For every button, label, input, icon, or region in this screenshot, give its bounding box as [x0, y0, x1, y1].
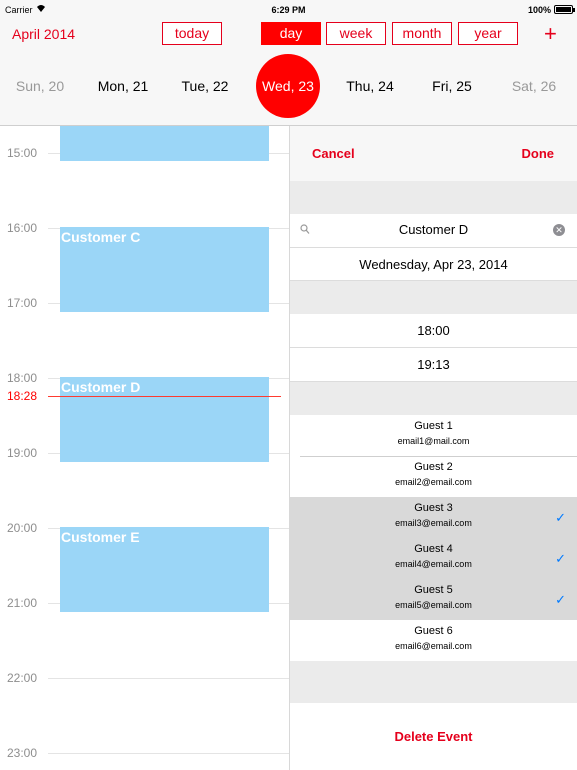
- day-wed-23[interactable]: Wed, 23: [248, 78, 328, 94]
- month-title[interactable]: April 2014: [12, 26, 75, 42]
- battery-tip-icon: [573, 8, 575, 12]
- event-date-row[interactable]: Wednesday, Apr 23, 2014: [290, 248, 577, 281]
- event-edit-panel: Cancel Done Customer D ✕ Wednesday, Apr …: [289, 126, 577, 770]
- guest-row[interactable]: Guest 5 email5@email.com ✓: [290, 579, 577, 620]
- done-button[interactable]: Done: [522, 146, 555, 161]
- guest-email: email2@email.com: [395, 477, 472, 487]
- guest-row[interactable]: Guest 3 email3@email.com ✓: [290, 497, 577, 538]
- current-time-label: 18:28: [7, 389, 38, 403]
- guest-row[interactable]: Guest 6 email6@email.com: [290, 620, 577, 661]
- status-bar: Carrier 6:29 PM 100%: [0, 0, 577, 20]
- guest-name: Guest 3: [414, 502, 453, 514]
- event-customer-e[interactable]: Customer E: [60, 527, 269, 612]
- guest-email: email4@email.com: [395, 559, 472, 569]
- edit-panel-header: Cancel Done: [290, 126, 577, 181]
- day-tue-22[interactable]: Tue, 22: [165, 78, 245, 94]
- guest-name: Guest 1: [414, 420, 453, 432]
- hour-label: 22:00: [7, 671, 38, 685]
- section-gap: [290, 281, 577, 314]
- checkmark-icon: ✓: [555, 510, 566, 525]
- hour-label: 15:00: [7, 146, 38, 160]
- guest-email: email5@email.com: [395, 600, 472, 610]
- guest-name: Guest 6: [414, 625, 453, 637]
- guest-email: email1@mail.com: [397, 436, 470, 446]
- hour-line: [48, 678, 289, 679]
- today-button[interactable]: today: [162, 22, 222, 45]
- delete-event-row[interactable]: Delete Event: [290, 703, 577, 770]
- guest-row[interactable]: Guest 4 email4@email.com ✓: [290, 538, 577, 579]
- event-title-field[interactable]: Customer D ✕: [290, 214, 577, 248]
- hour-label: 21:00: [7, 596, 38, 610]
- section-gap: [290, 382, 577, 415]
- guest-email: email6@email.com: [395, 641, 472, 651]
- event-title: Customer E: [61, 529, 140, 545]
- section-gap: [290, 661, 577, 703]
- cancel-button[interactable]: Cancel: [312, 146, 355, 161]
- day-sun-20[interactable]: Sun, 20: [0, 78, 80, 94]
- guest-name: Guest 5: [414, 584, 453, 596]
- event-title: Customer D: [61, 379, 141, 395]
- day-thu-24[interactable]: Thu, 24: [330, 78, 410, 94]
- end-time: 19:13: [417, 357, 450, 372]
- start-time: 18:00: [417, 323, 450, 338]
- hour-label: 17:00: [7, 296, 38, 310]
- checkmark-icon: ✓: [555, 551, 566, 566]
- end-time-row[interactable]: 19:13: [290, 348, 577, 382]
- hour-line: [48, 753, 289, 754]
- calendar-toolbar: April 2014 today day week month year +: [0, 20, 577, 50]
- event-date: Wednesday, Apr 23, 2014: [359, 257, 508, 272]
- week-day-strip: Sun, 20 Mon, 21 Tue, 22 Wed, 23 Thu, 24 …: [0, 50, 577, 126]
- event-customer-d[interactable]: Customer D: [60, 377, 269, 462]
- clear-icon[interactable]: ✕: [553, 224, 565, 236]
- current-time-indicator: [48, 396, 281, 397]
- event-customer-c[interactable]: Customer C: [60, 227, 269, 312]
- guest-row[interactable]: Guest 2 email2@email.com: [290, 456, 577, 497]
- day-view-button[interactable]: day: [261, 22, 321, 45]
- month-view-button[interactable]: month: [392, 22, 452, 45]
- guest-row[interactable]: Guest 1 email1@mail.com: [290, 415, 577, 456]
- hour-label: 18:00: [7, 371, 38, 385]
- event-title: Customer C: [61, 229, 141, 245]
- event-title-value: Customer D: [398, 222, 469, 237]
- hour-label: 19:00: [7, 446, 38, 460]
- day-mon-21[interactable]: Mon, 21: [83, 78, 163, 94]
- day-timeline[interactable]: 15:00 16:00 17:00 18:00 19:00 20:00 21:0…: [0, 126, 289, 770]
- start-time-row[interactable]: 18:00: [290, 314, 577, 348]
- section-gap: [290, 181, 577, 214]
- hour-label: 23:00: [7, 746, 38, 760]
- day-sat-26[interactable]: Sat, 26: [494, 78, 574, 94]
- delete-event-button[interactable]: Delete Event: [290, 729, 577, 744]
- year-view-button[interactable]: year: [458, 22, 518, 45]
- event-block-previous[interactable]: [60, 126, 269, 161]
- battery-percent: 100%: [527, 5, 551, 15]
- checkmark-icon: ✓: [555, 592, 566, 607]
- week-view-button[interactable]: week: [326, 22, 386, 45]
- day-fri-25[interactable]: Fri, 25: [412, 78, 492, 94]
- clock: 6:29 PM: [271, 5, 306, 15]
- hour-label: 16:00: [7, 221, 38, 235]
- hour-label: 20:00: [7, 521, 38, 535]
- guest-email: email3@email.com: [395, 518, 472, 528]
- add-event-button[interactable]: +: [544, 22, 557, 46]
- battery-icon: [554, 5, 573, 14]
- search-icon: [300, 223, 310, 237]
- guest-name: Guest 2: [414, 461, 453, 473]
- guest-name: Guest 4: [414, 543, 453, 555]
